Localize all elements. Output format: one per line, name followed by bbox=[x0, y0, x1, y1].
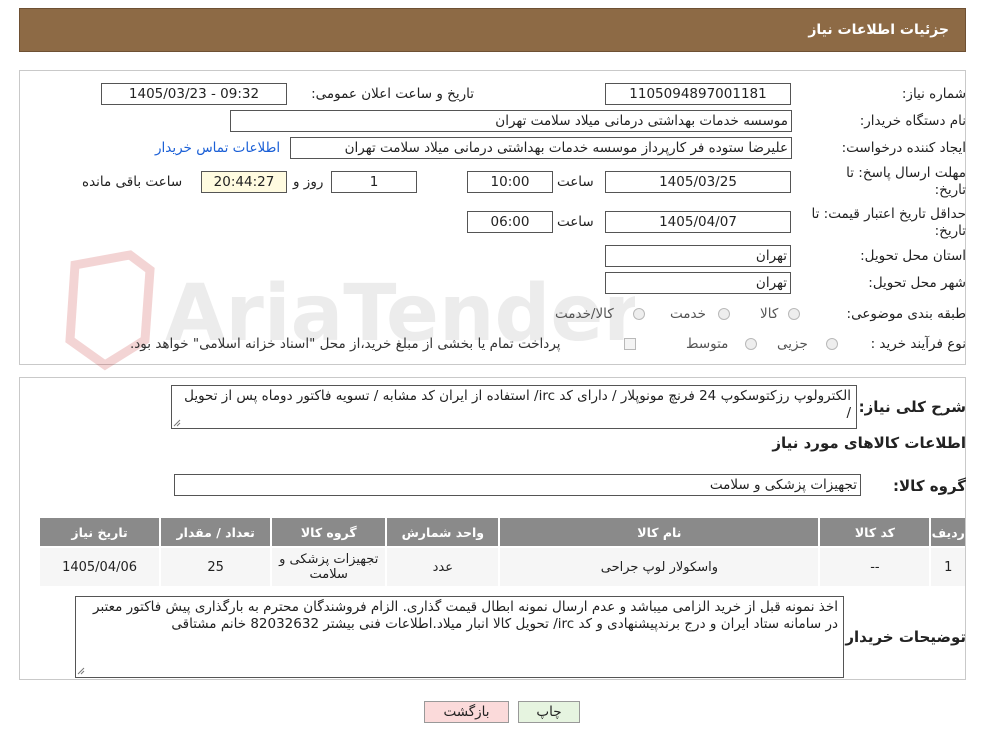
province-label: استان محل تحویل: bbox=[860, 248, 966, 264]
col-row: ردیف bbox=[931, 518, 965, 546]
cell-goods-code: -- bbox=[820, 548, 930, 586]
col-goods-group: گروه کالا bbox=[272, 518, 386, 546]
cell-unit: عدد bbox=[387, 548, 499, 586]
description-text: الکترولوپ رزکتوسکوپ 24 فرنچ مونوپلار / د… bbox=[184, 388, 851, 421]
back-button[interactable]: بازگشت bbox=[424, 701, 509, 723]
need-number-field: 1105094897001181 bbox=[605, 83, 791, 105]
col-goods-code: کد کالا bbox=[820, 518, 930, 546]
price-validity-label: حداقل تاریخ اعتبار قیمت: تا bbox=[811, 206, 966, 222]
category-goods-service-label: کالا/خدمت bbox=[555, 306, 614, 322]
description-label: شرح کلی نیاز: bbox=[858, 398, 966, 416]
deadline-label: مهلت ارسال پاسخ: تا bbox=[846, 165, 966, 181]
cell-quantity: 25 bbox=[161, 548, 271, 586]
announce-datetime-field: 1405/03/23 - 09:32 bbox=[101, 83, 287, 105]
cell-goods-name: واسکولار لوپ جراحی bbox=[500, 548, 819, 586]
col-goods-name: نام کالا bbox=[500, 518, 819, 546]
process-minor-label: جزیی bbox=[777, 336, 808, 352]
col-need-date: تاریخ نیاز bbox=[40, 518, 160, 546]
category-goods-label: کالا bbox=[760, 306, 779, 322]
page-title: جزئیات اطلاعات نیاز bbox=[808, 22, 949, 38]
city-label: شهر محل تحویل: bbox=[868, 275, 966, 291]
days-label: روز و bbox=[293, 174, 324, 190]
process-minor-radio[interactable] bbox=[826, 338, 838, 350]
price-validity-date-field: 1405/04/07 bbox=[605, 211, 791, 233]
deadline-date-field: 1405/03/25 bbox=[605, 171, 791, 193]
page-header: جزئیات اطلاعات نیاز bbox=[19, 8, 966, 52]
goods-group-field: تجهیزات پزشکی و سلامت bbox=[174, 474, 861, 496]
price-validity-time-label: ساعت bbox=[557, 214, 594, 230]
col-quantity: تعداد / مقدار bbox=[161, 518, 271, 546]
category-service-label: خدمت bbox=[670, 306, 706, 322]
items-table-header: تاریخ نیاز تعداد / مقدار گروه کالا واحد … bbox=[40, 518, 965, 546]
buyer-notes-textarea[interactable]: اخذ نمونه قبل از خرید الزامی میباشد و عد… bbox=[75, 596, 844, 678]
goods-section-title: اطلاعات کالاهای مورد نیاز bbox=[772, 434, 966, 452]
table-row: 1405/04/06 25 تجهیزات پزشکی و سلامت عدد … bbox=[40, 548, 965, 586]
deadline-time-label: ساعت bbox=[557, 174, 594, 190]
buyer-org-field: موسسه خدمات بهداشتی درمانی میلاد سلامت ت… bbox=[230, 110, 792, 132]
price-validity-time-field: 06:00 bbox=[467, 211, 553, 233]
col-unit: واحد شمارش bbox=[387, 518, 499, 546]
buyer-org-label: نام دستگاه خریدار: bbox=[859, 113, 966, 129]
announce-datetime-label: تاریخ و ساعت اعلان عمومی: bbox=[311, 86, 474, 102]
buyer-notes-label: توضیحات خریدار: bbox=[839, 628, 966, 646]
treasury-note: پرداخت تمام یا بخشی از مبلغ خرید،از محل … bbox=[130, 336, 561, 352]
category-label: طبقه بندی موضوعی: bbox=[846, 306, 966, 322]
city-field: تهران bbox=[605, 272, 791, 294]
resize-grip-icon[interactable] bbox=[173, 419, 181, 427]
items-table: تاریخ نیاز تعداد / مقدار گروه کالا واحد … bbox=[38, 516, 967, 588]
buyer-contact-link[interactable]: اطلاعات تماس خریدار bbox=[155, 140, 280, 156]
print-button[interactable]: چاپ bbox=[518, 701, 580, 723]
remaining-time-field: 20:44:27 bbox=[201, 171, 287, 193]
process-medium-radio[interactable] bbox=[745, 338, 757, 350]
price-validity-label-date: تاریخ: bbox=[934, 223, 966, 239]
deadline-label-date: تاریخ: bbox=[934, 182, 966, 198]
requester-field: علیرضا ستوده فر کارپرداز موسسه خدمات بهد… bbox=[290, 137, 792, 159]
category-goods-service-radio[interactable] bbox=[633, 308, 645, 320]
remaining-time-label: ساعت باقی مانده bbox=[82, 174, 183, 190]
items-table-wrapper: تاریخ نیاز تعداد / مقدار گروه کالا واحد … bbox=[38, 516, 967, 588]
treasury-checkbox[interactable] bbox=[624, 338, 636, 350]
goods-group-label: گروه کالا: bbox=[893, 477, 966, 495]
category-service-radio[interactable] bbox=[718, 308, 730, 320]
days-remaining-field: 1 bbox=[331, 171, 417, 193]
requester-label: ایجاد کننده درخواست: bbox=[841, 140, 966, 156]
cell-goods-group: تجهیزات پزشکی و سلامت bbox=[272, 548, 386, 586]
description-textarea[interactable]: الکترولوپ رزکتوسکوپ 24 فرنچ مونوپلار / د… bbox=[171, 385, 857, 429]
category-goods-radio[interactable] bbox=[788, 308, 800, 320]
process-label: نوع فرآیند خرید : bbox=[870, 336, 966, 352]
cell-row: 1 bbox=[931, 548, 965, 586]
need-number-label: شماره نیاز: bbox=[901, 86, 966, 102]
province-field: تهران bbox=[605, 245, 791, 267]
resize-grip-icon[interactable] bbox=[77, 667, 85, 675]
deadline-time-field: 10:00 bbox=[467, 171, 553, 193]
process-medium-label: متوسط bbox=[686, 336, 729, 352]
cell-need-date: 1405/04/06 bbox=[40, 548, 160, 586]
buyer-notes-text: اخذ نمونه قبل از خرید الزامی میباشد و عد… bbox=[93, 599, 838, 632]
